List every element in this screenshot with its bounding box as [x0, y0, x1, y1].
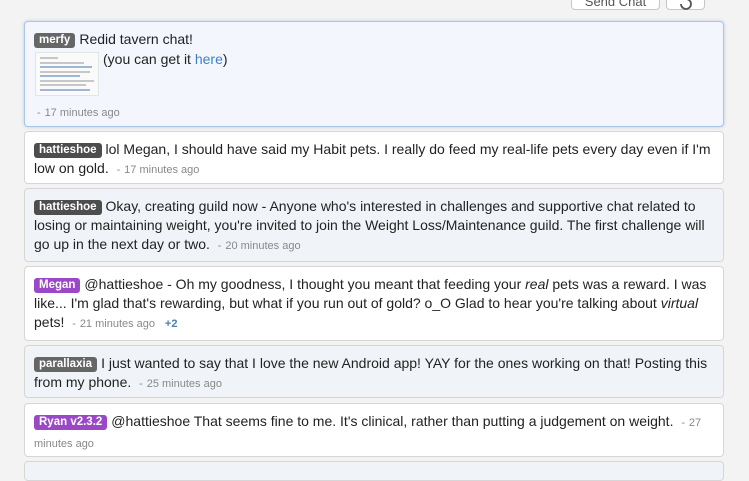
refresh-button[interactable] — [666, 0, 705, 10]
chat-toolbar: Send Chat — [0, 0, 749, 12]
timestamp: 17 minutes ago — [124, 164, 200, 176]
chat-message: hattieshoe Okay, creating guild now - Any… — [24, 188, 724, 262]
timestamp: 17 minutes ago — [44, 107, 120, 119]
emphasis-text: virtual — [660, 295, 699, 311]
screenshot-thumbnail[interactable] — [35, 52, 99, 96]
message-text: Okay, creating guild now - Anyone who's … — [34, 198, 705, 252]
meta-dash: - — [72, 318, 76, 330]
meta-dash: - — [217, 240, 222, 252]
message-text: @hattieshoe That seems fine to me. It's … — [111, 413, 674, 429]
timestamp: 20 minutes ago — [225, 240, 301, 252]
user-label[interactable]: merfy — [34, 33, 76, 48]
message-subtext: (you can get it here) — [103, 50, 228, 69]
chat-message: merfy Redid tavern chat! (you can get it … — [24, 21, 724, 127]
here-link[interactable]: here — [195, 51, 223, 67]
like-count[interactable]: +2 — [165, 318, 178, 330]
chat-message: Megan @hattieshoe - Oh my goodness, I tho… — [24, 266, 724, 341]
refresh-icon — [680, 0, 692, 10]
timestamp: 21 minutes ago — [79, 318, 156, 330]
message-text: I just wanted to say that I love the new… — [34, 355, 708, 390]
emphasis-text: real — [525, 276, 549, 292]
user-label[interactable]: hattieshoe — [34, 200, 102, 215]
text-part: @hattieshoe - Oh my goodness, I thought … — [84, 276, 526, 292]
chat-message: Ryan v2.3.2 @hattieshoe That seems fine t… — [24, 403, 724, 457]
subtext-end: ) — [222, 51, 228, 67]
subtext-start: (you can get it — [103, 51, 195, 67]
user-label[interactable]: Megan — [34, 278, 81, 293]
chat-message: hattieshoe lol Megan, I should have said … — [24, 131, 724, 184]
message-meta: - 17 minutes ago — [37, 102, 120, 123]
send-chat-button[interactable]: Send Chat — [571, 0, 660, 10]
user-label[interactable]: Ryan v2.3.2 — [34, 415, 108, 430]
message-text: Redid tavern chat! — [79, 31, 193, 47]
user-label[interactable]: parallaxia — [34, 357, 98, 372]
chat-message — [24, 461, 724, 481]
meta-dash: - — [139, 378, 143, 390]
chat-message: parallaxia I just wanted to say that I lo… — [24, 345, 724, 398]
user-label[interactable]: hattieshoe — [34, 143, 102, 158]
timestamp: 25 minutes ago — [146, 378, 222, 390]
meta-dash: - — [37, 107, 41, 119]
text-part: pets! — [34, 314, 65, 330]
meta-dash: - — [116, 164, 121, 176]
meta-dash: - — [681, 417, 686, 429]
